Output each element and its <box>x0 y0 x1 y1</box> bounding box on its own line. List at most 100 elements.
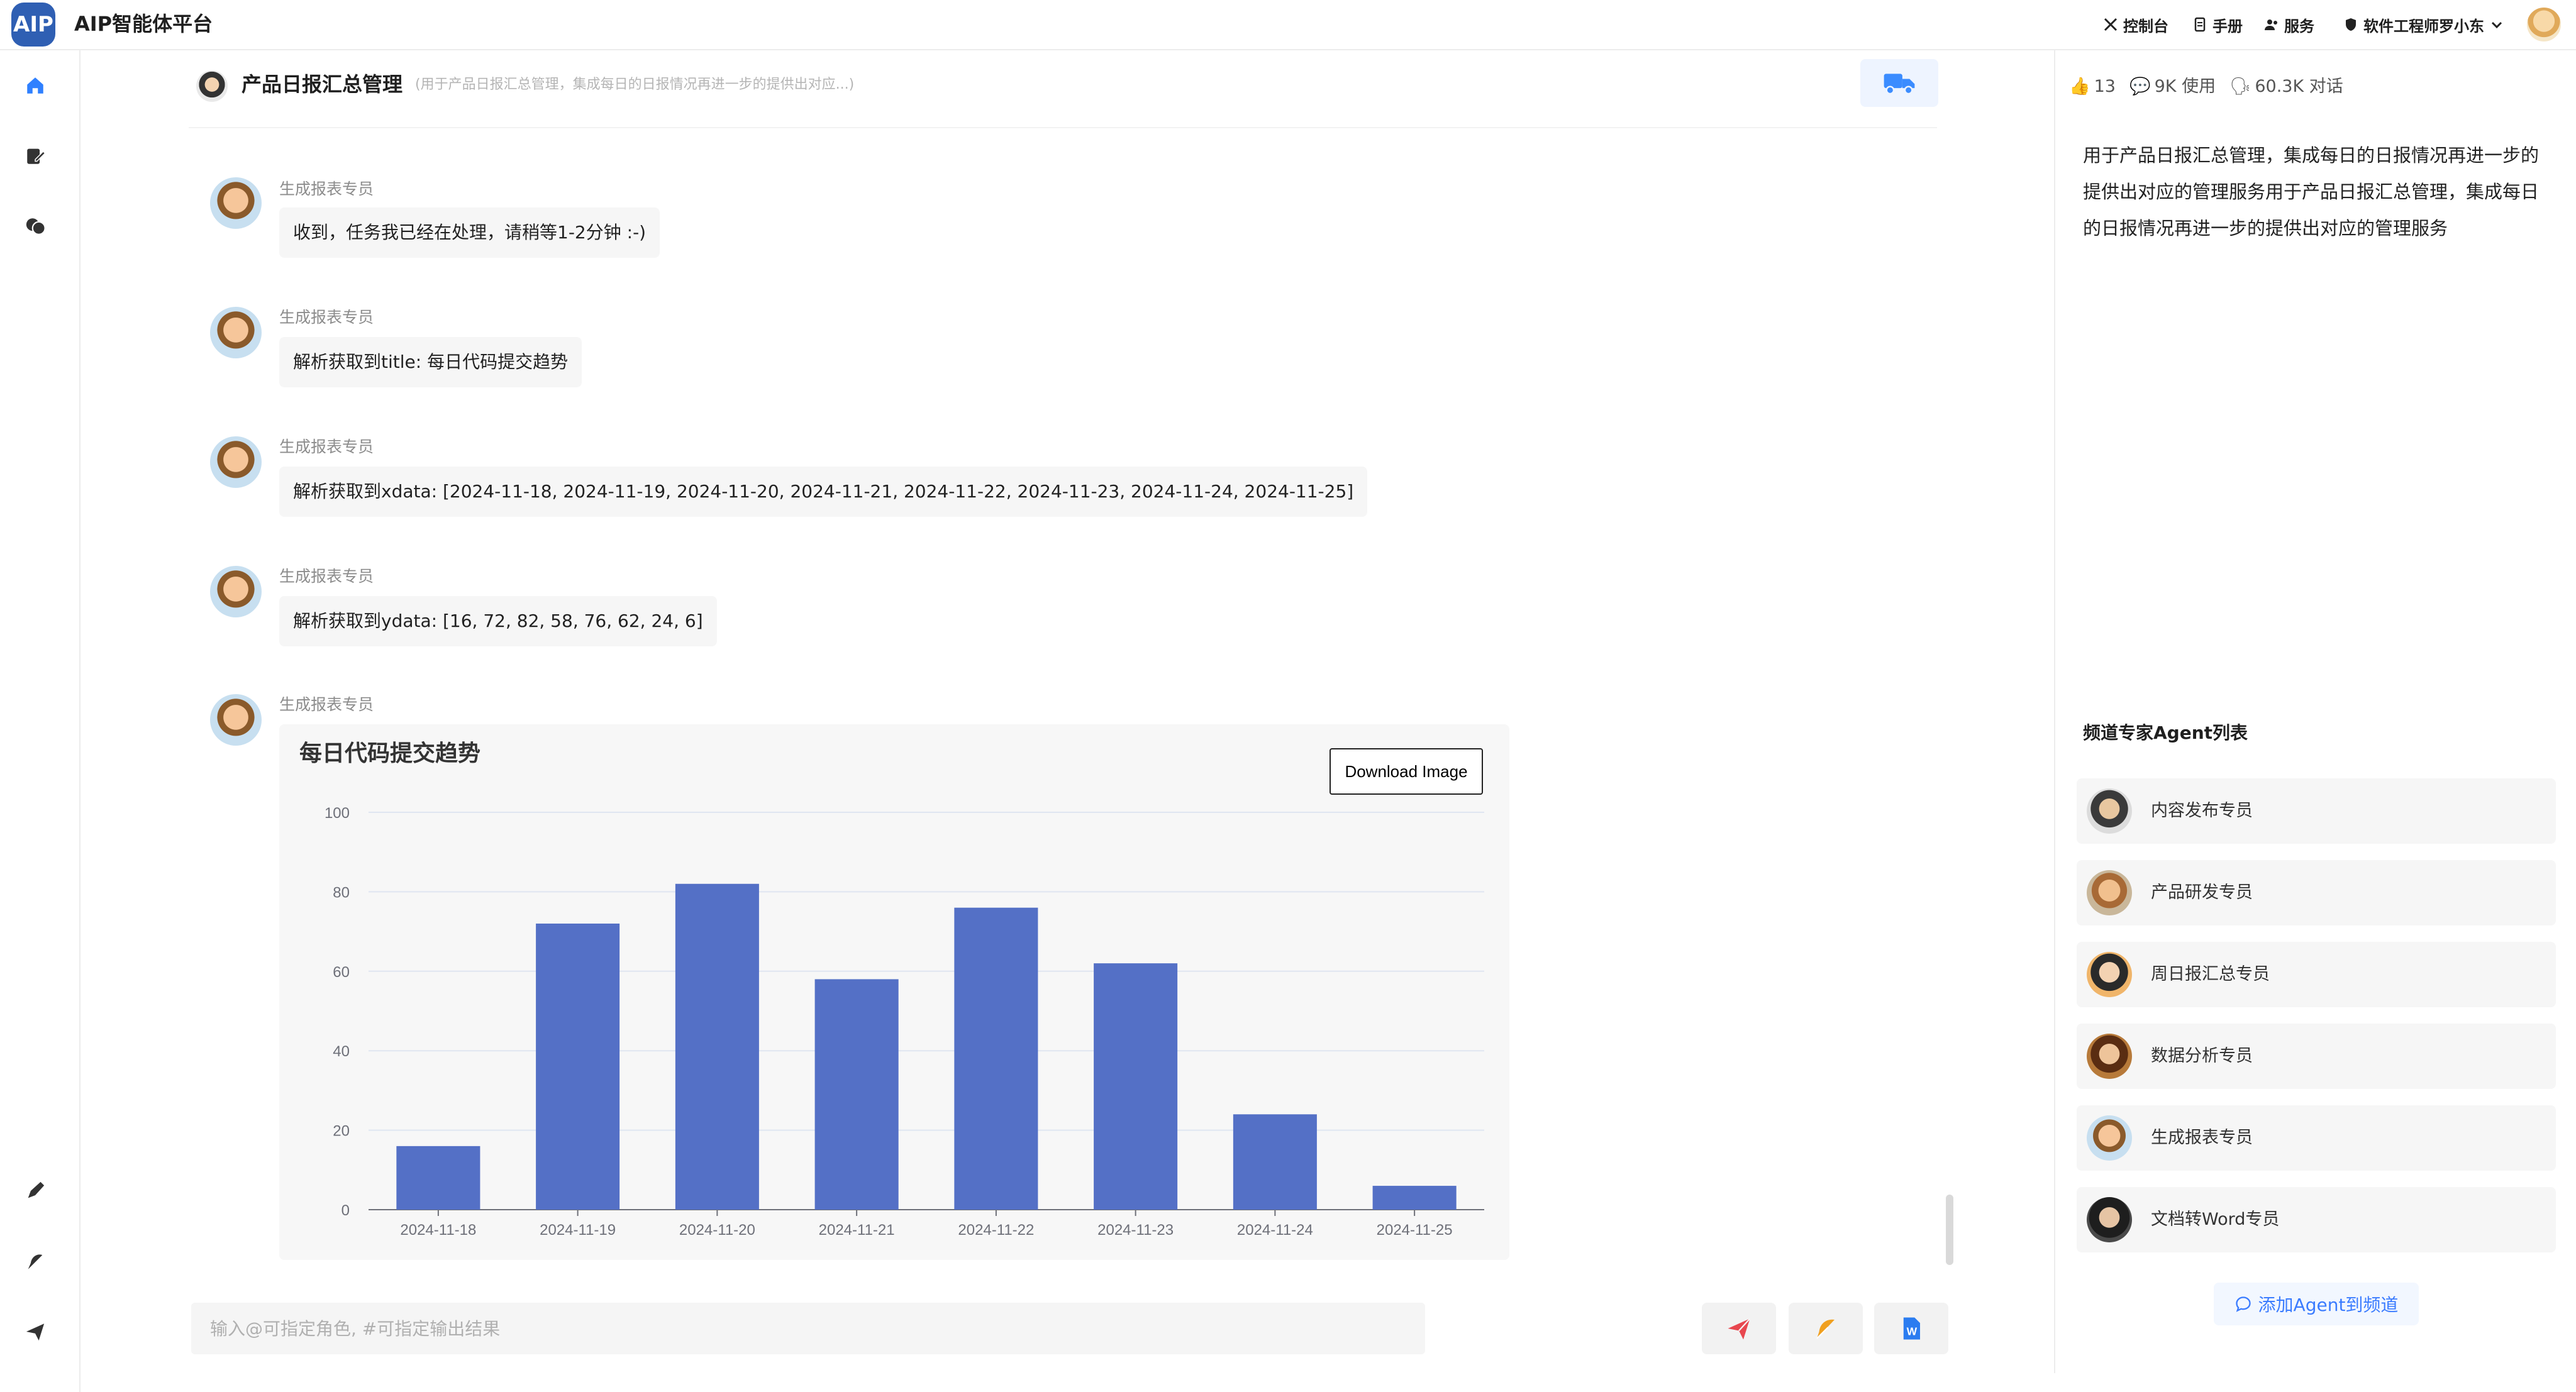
y-tick-label: 20 <box>333 1123 350 1140</box>
x-tick-label: 2024-11-22 <box>958 1222 1034 1239</box>
x-tick-label: 2024-11-23 <box>1097 1222 1174 1239</box>
bar <box>814 979 899 1210</box>
message-sender: 生成报表专员 <box>279 180 374 198</box>
send-button[interactable] <box>1702 1303 1776 1354</box>
user-menu[interactable]: 软件工程师罗小东 <box>2343 14 2504 35</box>
shield-icon <box>2346 18 2356 31</box>
message-avatar <box>210 307 262 358</box>
message-sender: 生成报表专员 <box>279 695 374 714</box>
agent-item[interactable] <box>2077 942 2556 1007</box>
home-icon[interactable] <box>23 73 48 98</box>
channel-avatar <box>196 70 228 102</box>
y-tick-label: 60 <box>333 964 350 981</box>
agent-name: 周日报汇总专员 <box>2151 964 2270 984</box>
chats-count: 60.3K 对话 <box>2255 77 2343 96</box>
truck-icon <box>1884 74 1915 95</box>
word-export-button[interactable]: W <box>1874 1303 1948 1354</box>
x-tick-label: 2024-11-21 <box>819 1222 895 1239</box>
x-tick-label: 2024-11-25 <box>1377 1222 1453 1239</box>
agent-avatar <box>2087 1034 2132 1079</box>
usage-stat: 💬 9K 使用 <box>2129 74 2216 99</box>
agent-name: 产品研发专员 <box>2151 883 2253 902</box>
top-bar <box>0 0 2576 50</box>
feather-icon[interactable] <box>23 1249 48 1274</box>
theater-masks-icon[interactable] <box>23 214 48 239</box>
nav-service-label: 服务 <box>2284 17 2314 35</box>
message-avatar <box>210 177 262 229</box>
agents-list-title: 频道专家Agent列表 <box>2083 722 2248 743</box>
message-bubble: 解析获取到ydata: [16, 72, 82, 58, 76, 62, 24,… <box>279 596 717 646</box>
add-agent-label: 添加Agent到频道 <box>2258 1295 2399 1315</box>
bar <box>954 907 1038 1210</box>
message-avatar <box>210 436 262 488</box>
y-tick-label: 80 <box>333 884 350 901</box>
feather-button[interactable] <box>1789 1303 1863 1354</box>
send-icon[interactable] <box>23 1319 48 1344</box>
svg-text:W: W <box>1907 1325 1918 1338</box>
message-bubble: 解析获取到xdata: [2024-11-18, 2024-11-19, 202… <box>279 467 1368 517</box>
bar <box>675 883 759 1210</box>
nav-service[interactable]: 服务 <box>2264 14 2314 35</box>
download-image-button[interactable]: Download Image <box>1330 748 1483 795</box>
speaking-head-icon: 🗣 <box>2229 77 2251 96</box>
document-icon <box>2194 17 2206 32</box>
feather-icon <box>1816 1319 1835 1339</box>
bar <box>396 1146 480 1210</box>
word-document-icon: W <box>1903 1317 1920 1340</box>
channel-title: 产品日报汇总管理 <box>242 72 403 96</box>
agent-item[interactable] <box>2077 1024 2556 1089</box>
bar <box>536 923 620 1210</box>
message-bubble: 收到，任务我已经在处理，请稍等1-2分钟 :-) <box>279 207 660 258</box>
agent-item[interactable] <box>2077 1105 2556 1171</box>
message-avatar <box>210 694 262 746</box>
channel-detail-text: 用于产品日报汇总管理，集成每日的日报情况再进一步的提供出对应的管理服务用于产品日… <box>2083 145 2540 239</box>
bar <box>1233 1114 1317 1210</box>
bar-chart: 0 20 40 60 80 100 2024-11-18 2024-11-19 2024-11-… <box>325 805 1484 1239</box>
scrollbar[interactable] <box>1946 1195 1953 1265</box>
nav-console-label: 控制台 <box>2123 17 2168 35</box>
y-tick-label: 100 <box>325 805 350 822</box>
agent-name: 生成报表专员 <box>2151 1128 2253 1147</box>
add-agent-button[interactable]: 添加Agent到频道 <box>2214 1283 2419 1325</box>
message-avatar <box>210 566 262 617</box>
user-name: 软件工程师罗小东 <box>2363 17 2484 35</box>
agent-item[interactable] <box>2077 1187 2556 1252</box>
nav-manual-label: 手册 <box>2212 17 2243 35</box>
app-title: AIP智能体平台 <box>74 12 213 36</box>
message-sender: 生成报表专员 <box>279 438 374 456</box>
tools-icon <box>2104 18 2118 31</box>
x-tick-label: 2024-11-19 <box>540 1222 616 1239</box>
channel-description: (用于产品日报汇总管理，集成每日的日报情况再进一步的提供出对应...) <box>415 77 855 92</box>
chevron-down-icon <box>2491 21 2502 29</box>
nav-console[interactable]: 控制台 <box>2103 14 2168 35</box>
pen-icon[interactable] <box>23 1178 48 1203</box>
bar <box>1094 963 1178 1210</box>
agent-name: 内容发布专员 <box>2151 801 2253 820</box>
x-tick-label: 2024-11-18 <box>400 1222 476 1239</box>
agent-item[interactable] <box>2077 778 2556 844</box>
message-bubble: 解析获取到title: 每日代码提交趋势 <box>279 337 582 387</box>
thumbs-up-icon: 👍 <box>2069 77 2090 96</box>
avatar[interactable] <box>2527 8 2561 41</box>
agent-avatar <box>2087 1115 2132 1161</box>
delivery-truck-button[interactable] <box>1860 59 1938 107</box>
y-tick-label: 40 <box>333 1043 350 1060</box>
agent-item[interactable] <box>2077 860 2556 925</box>
nav-manual[interactable]: 手册 <box>2192 14 2243 35</box>
agent-avatar <box>2087 788 2132 834</box>
agent-avatar <box>2087 1197 2132 1242</box>
chat-input[interactable] <box>191 1303 1425 1354</box>
chart-title: 每日代码提交趋势 <box>299 741 481 766</box>
chat-bubble-icon <box>2235 1296 2251 1312</box>
likes-stat[interactable]: 👍 13 <box>2069 74 2116 99</box>
agent-avatar <box>2087 870 2132 915</box>
edit-document-icon[interactable] <box>23 143 48 168</box>
agent-name: 文档转Word专员 <box>2151 1210 2280 1229</box>
app-logo[interactable]: AIP <box>11 3 55 47</box>
x-tick-label: 2024-11-20 <box>679 1222 755 1239</box>
paper-plane-icon <box>1728 1318 1751 1340</box>
x-tick-label: 2024-11-24 <box>1237 1222 1313 1239</box>
agent-name: 数据分析专员 <box>2151 1046 2253 1066</box>
users-icon <box>2265 19 2277 30</box>
right-panel <box>2054 50 2576 1373</box>
